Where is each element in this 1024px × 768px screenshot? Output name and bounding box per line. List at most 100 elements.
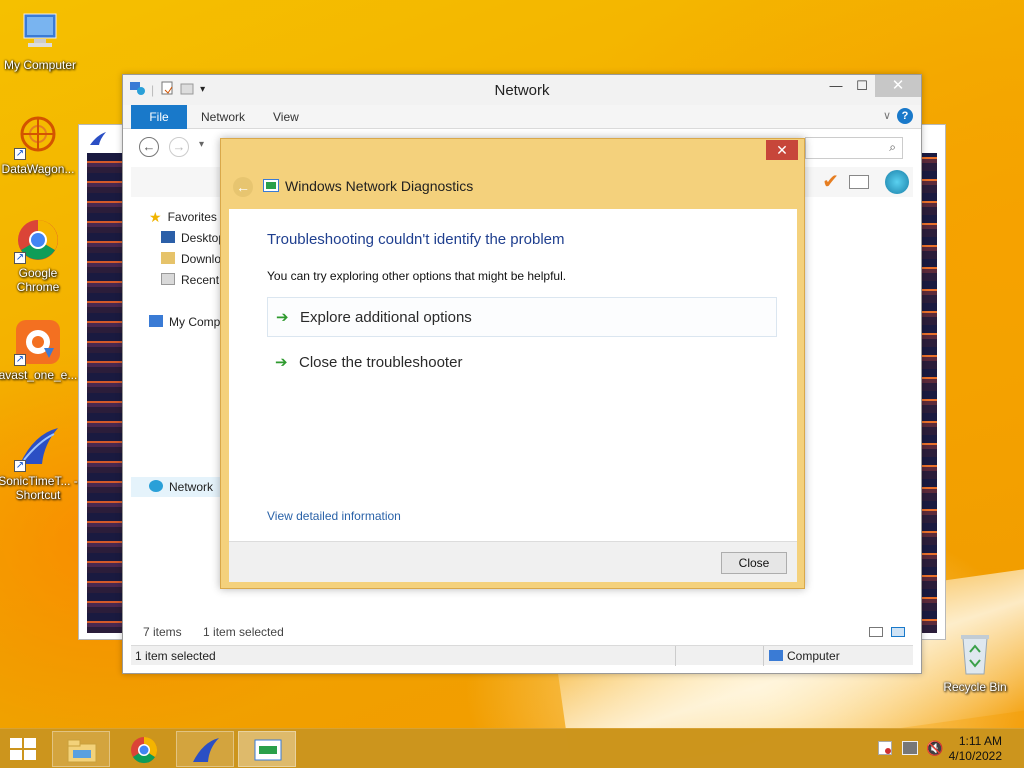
- status-bar-selection: 1 item selected: [135, 649, 216, 663]
- maximize-button[interactable]: ☐: [849, 75, 875, 97]
- search-icon: ⌕: [889, 140, 896, 154]
- items-status: 7 items 1 item selected: [143, 625, 284, 639]
- computer-icon: [16, 8, 64, 56]
- nav-item-my-computer[interactable]: My Comp: [149, 312, 220, 332]
- green-arrow-icon: ➔: [275, 354, 288, 371]
- dialog-title: Windows Network Diagnostics: [285, 178, 474, 194]
- desktop-icon-label: avast_one_e...: [0, 368, 78, 382]
- search-input[interactable]: ⌕: [805, 137, 903, 159]
- shortcut-arrow-icon: ↗: [14, 148, 26, 160]
- taskbar-file-explorer[interactable]: [52, 731, 110, 767]
- network-diagnostics-dialog[interactable]: ✕ ← Windows Network Diagnostics Troubles…: [220, 138, 805, 589]
- explorer-titlebar[interactable]: | ▾ Network — ☐ ✕: [123, 75, 921, 105]
- close-troubleshooter-link[interactable]: ➔ Close the troubleshooter: [267, 343, 777, 383]
- tab-network[interactable]: Network: [201, 105, 245, 129]
- clock-date: 4/10/2022: [948, 749, 1002, 763]
- clock-time: 1:11 AM: [958, 734, 1002, 748]
- tab-view[interactable]: View: [273, 105, 299, 129]
- back-arrow-icon[interactable]: ←: [139, 137, 159, 157]
- large-icons-view-icon[interactable]: [891, 627, 905, 637]
- status-bar-zone: Computer: [787, 649, 840, 663]
- desktop-icon-google-chrome[interactable]: ↗ Google Chrome: [0, 216, 78, 294]
- sonic-app-icon: [89, 131, 107, 150]
- desktop-icon-label: Google Chrome: [16, 266, 60, 294]
- shortcut-arrow-icon: ↗: [14, 460, 26, 472]
- dialog-close-icon[interactable]: ✕: [766, 140, 798, 160]
- status-bar: 1 item selected Computer: [131, 645, 913, 666]
- dialog-header: ← Windows Network Diagnostics: [221, 163, 804, 207]
- action-center-flag-icon[interactable]: [878, 741, 892, 755]
- avast-icon: ↗: [14, 318, 62, 366]
- nav-item-favorites[interactable]: ★ Favorites: [149, 207, 217, 227]
- chrome-icon: ↗: [14, 216, 62, 264]
- chrome-icon: [129, 736, 159, 764]
- nav-item-downloads[interactable]: Downlo: [161, 249, 221, 269]
- datawagon-icon: ↗: [14, 112, 62, 160]
- desktop-icon-label: DataWagon...: [1, 162, 75, 176]
- nav-item-network[interactable]: Network: [149, 477, 213, 497]
- sonic-icon: ↗: [14, 424, 62, 472]
- minimize-button[interactable]: —: [823, 75, 849, 97]
- divider: [675, 646, 676, 666]
- desktop-folder-icon: [161, 231, 175, 243]
- recycle-bin-icon: [951, 630, 999, 678]
- view-detailed-information-link[interactable]: View detailed information: [267, 509, 401, 523]
- desktop-icon-datawagon[interactable]: ↗ DataWagon...: [0, 112, 78, 176]
- forward-arrow-icon[interactable]: →: [169, 137, 189, 157]
- checkmark-icon[interactable]: ✔: [822, 169, 839, 194]
- close-button[interactable]: ✕: [875, 75, 921, 97]
- volume-muted-icon[interactable]: 🔇: [926, 740, 943, 757]
- help-icon[interactable]: ?: [897, 108, 913, 124]
- network-globe-icon[interactable]: [885, 170, 909, 194]
- divider: [763, 646, 764, 666]
- network-status-icon[interactable]: [902, 741, 918, 755]
- desktop-icon-my-computer[interactable]: My Computer: [0, 8, 80, 72]
- item-count: 7 items: [143, 625, 182, 639]
- result-subtext: You can try exploring other options that…: [267, 269, 567, 283]
- diagnostics-icon: [263, 179, 279, 192]
- dialog-content: Troubleshooting couldn't identify the pr…: [229, 209, 797, 541]
- shortcut-arrow-icon: ↗: [14, 354, 26, 366]
- chevron-down-icon[interactable]: ∨: [883, 109, 891, 122]
- folder-icon: [67, 736, 97, 764]
- recent-locations-chevron-icon[interactable]: ▾: [199, 139, 204, 150]
- network-icon: [149, 480, 163, 492]
- star-icon: ★: [149, 209, 162, 225]
- desktop-icon-label: My Computer: [3, 58, 77, 72]
- nav-item-desktop[interactable]: Desktop: [161, 228, 225, 248]
- green-arrow-icon: ➔: [276, 309, 289, 326]
- ribbon-tabs: File Network View ∨ ?: [123, 105, 921, 129]
- details-view-icon[interactable]: [869, 627, 883, 637]
- windows-logo-icon: [10, 738, 22, 748]
- media-device-icon[interactable]: [849, 175, 869, 189]
- navigation-pane: ★ Favorites Desktop Downlo Recent My Comp…: [131, 199, 225, 619]
- taskbar-chrome[interactable]: [114, 731, 172, 767]
- dialog-footer: Close: [229, 541, 797, 582]
- downloads-folder-icon: [161, 252, 175, 264]
- taskbar: 🔇 1:11 AM 4/10/2022: [0, 728, 1024, 768]
- sonic-icon: [191, 736, 221, 764]
- desktop-icon-recycle-bin[interactable]: Recycle Bin: [935, 630, 1015, 694]
- back-arrow-icon[interactable]: ←: [233, 177, 253, 197]
- start-button[interactable]: [10, 738, 38, 762]
- diagnostics-icon: [253, 736, 283, 764]
- close-button[interactable]: Close: [721, 552, 787, 574]
- computer-icon: [769, 650, 783, 661]
- taskbar-network-diagnostics[interactable]: [238, 731, 296, 767]
- window-title: Network: [494, 82, 550, 99]
- desktop-icon-label: SonicTimeT... - Shortcut: [0, 474, 78, 502]
- recent-places-icon: [161, 273, 175, 285]
- shortcut-arrow-icon: ↗: [14, 252, 26, 264]
- taskbar-sonic[interactable]: [176, 731, 234, 767]
- selected-count: 1 item selected: [203, 625, 284, 639]
- nav-item-recent[interactable]: Recent: [161, 270, 219, 290]
- result-heading: Troubleshooting couldn't identify the pr…: [267, 231, 565, 248]
- desktop-icon-label: Recycle Bin: [943, 680, 1007, 694]
- tab-file[interactable]: File: [131, 105, 187, 129]
- desktop-icon-avast[interactable]: ↗ avast_one_e...: [0, 318, 78, 382]
- computer-icon: [149, 315, 163, 327]
- explore-options-link[interactable]: ➔ Explore additional options: [267, 297, 777, 337]
- system-tray: 🔇 1:11 AM 4/10/2022: [864, 729, 1024, 768]
- desktop-icon-sonictimetwisted[interactable]: ↗ SonicTimeT... - Shortcut: [0, 424, 78, 502]
- clock[interactable]: 1:11 AM 4/10/2022: [949, 734, 1002, 764]
